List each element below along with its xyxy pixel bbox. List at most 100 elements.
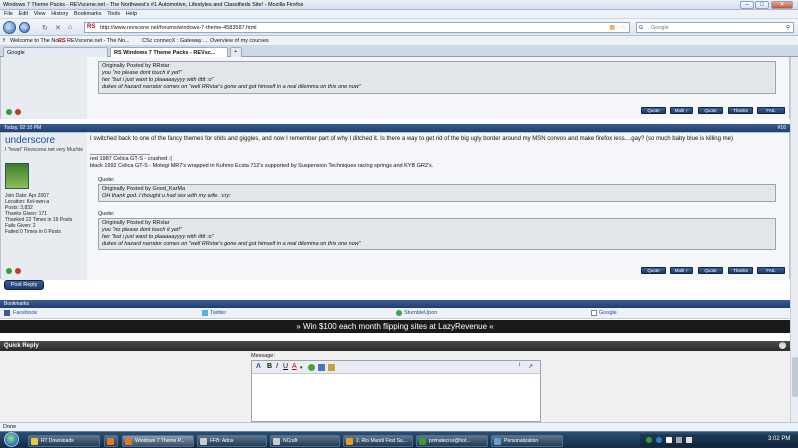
status-text: Done	[3, 424, 17, 430]
google-icon	[591, 310, 597, 316]
fail-button[interactable]: FAIL	[757, 267, 785, 274]
menu-bookmarks[interactable]: Bookmarks	[74, 11, 102, 17]
quote-button[interactable]: Quote	[641, 267, 666, 274]
menu-file[interactable]: File	[4, 11, 13, 17]
bookmark-courses[interactable]: Overview of my courses	[210, 38, 269, 44]
maximize-button[interactable]: □	[755, 1, 769, 9]
rss-icon[interactable]: ▦	[609, 24, 615, 31]
search-box[interactable]: G Google ⚲	[636, 22, 794, 33]
twitter-link[interactable]: Twitter	[210, 310, 226, 316]
vertical-scrollbar[interactable]	[790, 57, 798, 422]
report-post-icon[interactable]	[15, 268, 21, 274]
smiley-icon[interactable]	[308, 364, 315, 371]
star-icon[interactable]: ☆	[621, 24, 626, 31]
post-header: Today, 02:10 PM #16	[0, 124, 790, 132]
post-quote-2: Originally Posted by RRxtar you "no plea…	[98, 218, 776, 250]
taskbar-item[interactable]	[104, 435, 118, 447]
home-icon[interactable]: ⌂	[68, 24, 72, 31]
thanks-button[interactable]: Thanks	[728, 267, 753, 274]
signature-line: red 1987 Celica GT-S - crushed :(	[90, 156, 173, 162]
taskbar-item[interactable]: 2. Rio Mundi Fest Su...	[343, 435, 413, 447]
resize-icon[interactable]: ↕	[518, 362, 521, 368]
collapse-icon[interactable]: ⌃	[779, 342, 786, 349]
menu-history[interactable]: History	[51, 11, 68, 17]
post-reply-button[interactable]: Post Reply	[4, 280, 44, 290]
app-icon	[346, 438, 353, 445]
report-post-icon[interactable]	[15, 109, 21, 115]
url-bar[interactable]: RS http://www.revscene.net/forums/window…	[84, 22, 630, 33]
messenger-icon	[419, 438, 426, 445]
google-link[interactable]: Google	[599, 310, 617, 316]
stumbleupon-link[interactable]: StumbleUpon	[404, 310, 437, 316]
menu-tools[interactable]: Tools	[107, 11, 120, 17]
quote-author: Originally Posted by RRxtar	[102, 220, 170, 226]
post: underscore I "heart" Revscene.net very M…	[0, 132, 790, 280]
taskbar: RT Downloads Windows 7 Theme P... FFB: A…	[0, 431, 798, 448]
clock[interactable]: 3:02 PM	[768, 436, 790, 442]
network-icon[interactable]	[676, 437, 682, 443]
underline-icon[interactable]: U	[283, 363, 288, 370]
switch-editor-icon[interactable]: ↗	[528, 363, 533, 370]
minimize-button[interactable]: –	[740, 1, 754, 9]
bookmark-revscene[interactable]: REVscene.net - The No...	[67, 38, 130, 44]
menu-bar: File Edit View History Bookmarks Tools H…	[0, 10, 798, 19]
bookmark-welcome[interactable]: Welcome to The No...	[10, 38, 63, 44]
taskbar-item-active[interactable]: Windows 7 Theme P...	[122, 435, 194, 447]
avatar[interactable]	[5, 163, 29, 189]
close-button[interactable]: ✕	[771, 1, 793, 9]
thanks-button[interactable]: Thanks	[728, 107, 753, 114]
color-dropdown-icon[interactable]: ▾	[300, 365, 303, 371]
signature-line: black 1992 Celica GT-S - Motegi MR7's wr…	[90, 163, 434, 169]
online-status-icon	[6, 268, 12, 274]
user-title: I "heart" Revscene.net very Muchie	[5, 147, 84, 153]
taskbar-item[interactable]: FFB: Ados	[197, 435, 267, 447]
insert-image-icon[interactable]	[318, 364, 325, 371]
failed-count: Failed 0 Times in 0 Posts	[5, 229, 61, 235]
quote-label: Quote:	[98, 211, 115, 217]
post-username[interactable]: underscore	[5, 135, 55, 146]
new-tab-button[interactable]: +	[230, 47, 242, 57]
stop-icon[interactable]: ✕	[55, 24, 61, 32]
quote-line: her "but i just want to plaaaaayyyy with…	[102, 77, 214, 83]
tray-icon[interactable]	[666, 437, 672, 443]
facebook-link[interactable]: Facebook	[13, 310, 37, 316]
multi-quote-button[interactable]: Multi +	[670, 107, 693, 114]
remove-format-icon[interactable]: 𝐀	[256, 363, 261, 371]
taskbar-item[interactable]: Personalization	[491, 435, 563, 447]
quick-quote-button[interactable]: Quote	[698, 107, 723, 114]
window-titlebar: Windows 7 Theme Packs - REVscene.net - T…	[0, 0, 798, 10]
quote-label: Quote:	[98, 177, 115, 183]
forward-button[interactable]: →	[19, 22, 30, 33]
italic-icon[interactable]: I	[276, 363, 278, 370]
previous-post-quote: Originally Posted by RRxtar you "no plea…	[98, 61, 776, 94]
post-number[interactable]: #16	[778, 124, 786, 132]
menu-help[interactable]: Help	[126, 11, 137, 17]
fail-button[interactable]: FAIL	[757, 107, 785, 114]
back-button[interactable]: ←	[3, 21, 16, 34]
menu-view[interactable]: View	[34, 11, 46, 17]
quick-quote-button[interactable]: Quote	[698, 267, 723, 274]
taskbar-item[interactable]: primatecrur@hot...	[416, 435, 488, 447]
quote-line: Originally Posted by RRxtar	[102, 63, 170, 69]
search-icon[interactable]: ⚲	[786, 25, 790, 31]
taskbar-item[interactable]: RT Downloads	[28, 435, 100, 447]
quote-button[interactable]: Quote	[641, 107, 666, 114]
tab-revscene[interactable]: RS Windows 7 Theme Packs - REVsc...	[110, 47, 228, 57]
tab-google[interactable]: Google	[3, 47, 108, 57]
menu-edit[interactable]: Edit	[19, 11, 28, 17]
tray-icon[interactable]	[656, 437, 662, 443]
volume-icon[interactable]	[686, 437, 692, 443]
scrollbar-thumb[interactable]	[792, 357, 798, 397]
tray-icon[interactable]	[646, 437, 652, 443]
reload-icon[interactable]: ↻	[42, 24, 48, 32]
multi-quote-button[interactable]: Multi +	[670, 267, 693, 274]
ad-banner[interactable]: » Win $100 each month flipping sites at …	[0, 320, 790, 333]
taskbar-item[interactable]: NCraft	[270, 435, 340, 447]
bold-icon[interactable]: B	[267, 363, 272, 370]
insert-quote-icon[interactable]	[328, 364, 335, 371]
folder-icon	[31, 438, 38, 445]
bookmark-cscconnecx[interactable]: CSc connecX : Gateway ...	[142, 38, 208, 44]
post-body	[87, 133, 789, 280]
font-color-icon[interactable]: A	[292, 363, 297, 370]
start-button[interactable]	[4, 432, 19, 447]
